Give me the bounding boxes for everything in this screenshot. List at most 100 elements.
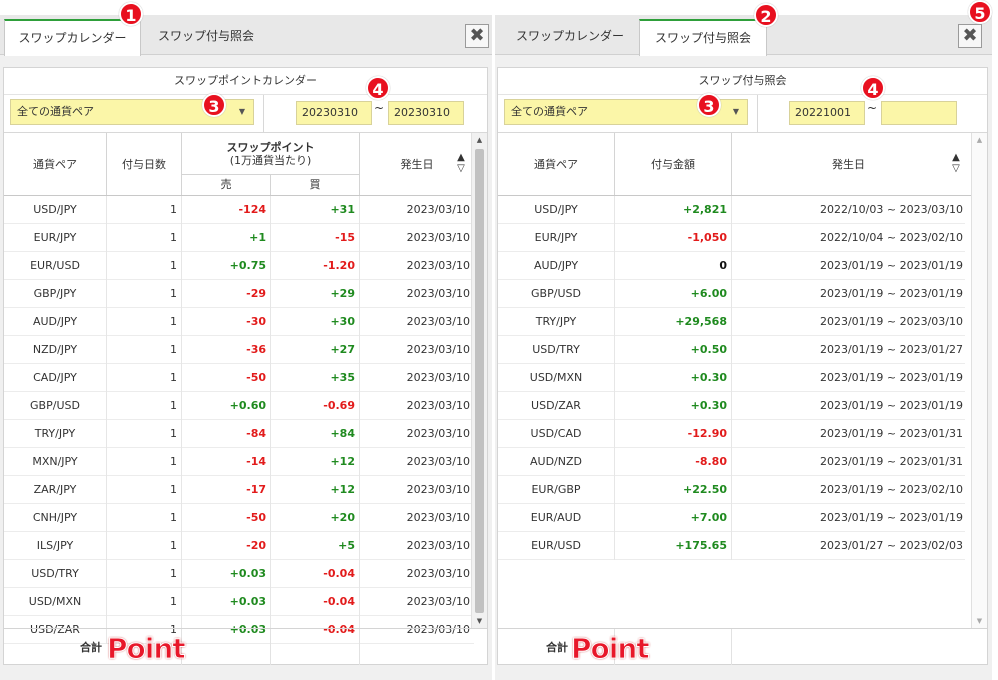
sort-toggle-icon[interactable]: ▲ ▽ [455, 152, 467, 174]
table-row[interactable]: TRY/JPY +29,568 2023/01/19 ~ 2023/03/10 [498, 308, 965, 336]
cell-pair: USD/MXN [498, 364, 615, 392]
table-row[interactable]: EUR/GBP +22.50 2023/01/19 ~ 2023/02/10 [498, 476, 965, 504]
table-row[interactable]: CAD/JPY 1 -50 +35 2023/03/10 [4, 364, 474, 392]
cell-date: 2023/01/19 ~ 2023/01/19 [819, 511, 963, 524]
table-row[interactable]: USD/TRY 1 +0.03 -0.04 2023/03/10 [4, 560, 474, 588]
cell-days: 1 [107, 588, 182, 616]
scroll-down-icon[interactable]: ▼ [972, 614, 987, 628]
col-header-buy[interactable]: 買 [271, 174, 360, 195]
vertical-scrollbar[interactable]: ▲ ▼ [471, 133, 487, 628]
cell-date: 2022/10/04 ~ 2023/02/10 [819, 231, 963, 244]
scrollbar-thumb[interactable] [475, 149, 484, 613]
callout-badge-2: 2 [754, 3, 778, 27]
table-row[interactable]: EUR/JPY -1,050 2022/10/04 ~ 2023/02/10 [498, 224, 965, 252]
table-row[interactable]: GBP/USD +6.00 2023/01/19 ~ 2023/01/19 [498, 280, 965, 308]
tab-swap-calendar[interactable]: スワップカレンダー [501, 19, 639, 55]
col-header-days[interactable]: 付与日数 [107, 133, 182, 195]
cell-amount: +29,568 [615, 308, 732, 336]
cell-date: 2023/01/19 ~ 2023/01/19 [819, 399, 963, 412]
col-header-sell[interactable]: 売 [182, 174, 271, 195]
callout-badge-1: 1 [119, 2, 143, 26]
table-row[interactable]: EUR/AUD +7.00 2023/01/19 ~ 2023/01/19 [498, 504, 965, 532]
table-row[interactable]: USD/MXN +0.30 2023/01/19 ~ 2023/01/19 [498, 364, 965, 392]
cell-days: 1 [107, 476, 182, 504]
table-row[interactable]: CNH/JPY 1 -50 +20 2023/03/10 [4, 504, 474, 532]
table-row[interactable]: MXN/JPY 1 -14 +12 2023/03/10 [4, 448, 474, 476]
scroll-up-icon[interactable]: ▲ [972, 133, 987, 147]
cell-days: 1 [107, 252, 182, 280]
tab-swap-inquiry[interactable]: スワップ付与照会 [143, 19, 269, 55]
col-header-date[interactable]: 発生日 [732, 133, 965, 195]
cell-date: 2023/01/19 ~ 2023/02/10 [819, 483, 963, 496]
table-row[interactable]: USD/JPY +2,821 2022/10/03 ~ 2023/03/10 [498, 196, 965, 224]
table-row[interactable]: EUR/JPY 1 +1 -15 2023/03/10 [4, 224, 474, 252]
col-header-pair[interactable]: 通貨ペア [4, 133, 107, 195]
close-button[interactable]: ✖ [958, 24, 982, 48]
scroll-up-icon[interactable]: ▲ [472, 133, 487, 147]
total-sell-cell [182, 629, 271, 665]
total-amount-cell [615, 629, 732, 665]
sort-toggle-icon[interactable]: ▲ ▽ [950, 152, 962, 174]
table-row[interactable]: TRY/JPY 1 -84 +84 2023/03/10 [4, 420, 474, 448]
page-title: スワップ付与照会 [498, 68, 987, 95]
date-range-separator: ~ [374, 101, 385, 115]
table-row[interactable]: GBP/USD 1 +0.60 -0.69 2023/03/10 [4, 392, 474, 420]
table-row[interactable]: USD/CAD -12.90 2023/01/19 ~ 2023/01/31 [498, 420, 965, 448]
tab-swap-inquiry[interactable]: スワップ付与照会 [639, 19, 767, 56]
date-from-input[interactable]: 20221001 [789, 101, 865, 125]
table-row[interactable]: AUD/JPY 0 2023/01/19 ~ 2023/01/19 [498, 252, 965, 280]
swap-calendar-table: 通貨ペア 付与日数 スワップポイント (1万通貨当たり) 売 買 発生日 ▲ ▽ … [4, 133, 487, 644]
cell-buy: +12 [271, 476, 360, 504]
table-row[interactable]: USD/JPY 1 -124 +31 2023/03/10 [4, 196, 474, 224]
table-row[interactable]: AUD/NZD -8.80 2023/01/19 ~ 2023/01/31 [498, 448, 965, 476]
swap-calendar-content: スワップポイントカレンダー 全ての通貨ペア ▼ 20230310 ~ 20230… [3, 67, 488, 666]
cell-buy: +12 [271, 448, 360, 476]
cell-pair: EUR/JPY [4, 224, 107, 252]
tab-swap-calendar[interactable]: スワップカレンダー [4, 19, 141, 56]
cell-sell: -84 [182, 420, 271, 448]
cell-amount: +0.30 [615, 392, 732, 420]
table-header: 通貨ペア 付与日数 スワップポイント (1万通貨当たり) 売 買 発生日 ▲ ▽ [4, 133, 487, 196]
date-to-input[interactable]: 20230310 [388, 101, 464, 125]
col-header-amount[interactable]: 付与金額 [615, 133, 732, 195]
table-row[interactable]: USD/MXN 1 +0.03 -0.04 2023/03/10 [4, 588, 474, 616]
cell-pair: AUD/JPY [498, 252, 615, 280]
cell-days: 1 [107, 308, 182, 336]
date-from-input[interactable]: 20230310 [296, 101, 372, 125]
table-row[interactable]: USD/TRY +0.50 2023/01/19 ~ 2023/01/27 [498, 336, 965, 364]
cell-buy: -0.04 [271, 560, 360, 588]
table-row[interactable]: EUR/USD 1 +0.75 -1.20 2023/03/10 [4, 252, 474, 280]
table-row[interactable]: ILS/JPY 1 -20 +5 2023/03/10 [4, 532, 474, 560]
cell-date: 2023/03/10 [406, 399, 470, 412]
close-button[interactable]: ✖ [465, 24, 489, 48]
cell-buy: -0.04 [271, 588, 360, 616]
total-row: 合計 Point [498, 628, 987, 666]
cell-sell: -20 [182, 532, 271, 560]
cell-pair: USD/CAD [498, 420, 615, 448]
filter-row: 全ての通貨ペア ▼ 20230310 ~ 20230310 [4, 95, 487, 133]
table-row[interactable]: AUD/JPY 1 -30 +30 2023/03/10 [4, 308, 474, 336]
table-row[interactable]: GBP/JPY 1 -29 +29 2023/03/10 [4, 280, 474, 308]
scroll-down-icon[interactable]: ▼ [472, 614, 487, 628]
tab-bar: スワップカレンダー スワップ付与照会 ✖ [495, 15, 992, 56]
table-row[interactable]: ZAR/JPY 1 -17 +12 2023/03/10 [4, 476, 474, 504]
cell-pair: USD/JPY [4, 196, 107, 224]
table-row[interactable]: USD/ZAR +0.30 2023/01/19 ~ 2023/01/19 [498, 392, 965, 420]
currency-pair-select-value: 全ての通貨ペア [17, 105, 94, 118]
cell-amount: 0 [615, 252, 732, 280]
cell-buy: -15 [271, 224, 360, 252]
cell-days: 1 [107, 392, 182, 420]
cell-date: 2023/03/10 [406, 259, 470, 272]
total-label-cell: 合計 Point [498, 629, 650, 666]
col-header-pair[interactable]: 通貨ペア [498, 133, 615, 195]
tab-bar: スワップカレンダー スワップ付与照会 ✖ [0, 15, 492, 56]
total-row: 合計 Point [4, 628, 487, 666]
cell-buy: +5 [271, 532, 360, 560]
cell-buy: +35 [271, 364, 360, 392]
table-row[interactable]: EUR/USD +175.65 2023/01/27 ~ 2023/02/03 [498, 532, 965, 560]
vertical-scrollbar[interactable]: ▲ ▼ [971, 133, 987, 628]
table-row[interactable]: NZD/JPY 1 -36 +27 2023/03/10 [4, 336, 474, 364]
cell-days: 1 [107, 532, 182, 560]
date-to-input[interactable] [881, 101, 957, 125]
swap-points-subtitle: (1万通貨当たり) [229, 153, 312, 167]
